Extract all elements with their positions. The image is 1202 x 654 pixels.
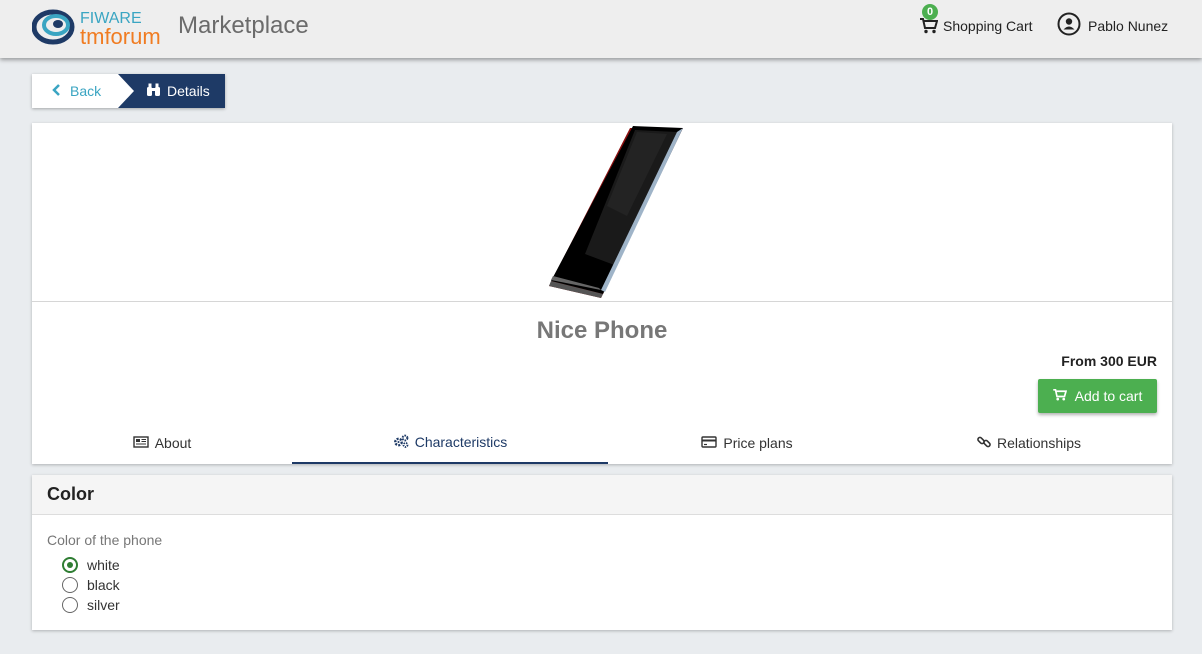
cart-count-badge: 0: [922, 4, 938, 20]
product-card: Nice Phone From 300 EUR Add to cart Abou…: [32, 123, 1172, 464]
add-to-cart-button[interactable]: Add to cart: [1038, 379, 1157, 413]
option-label: black: [87, 577, 120, 593]
credit-card-icon: [701, 435, 718, 451]
details-label: Details: [167, 83, 210, 99]
product-image-area: [32, 123, 1172, 302]
tab-label: Price plans: [723, 435, 793, 451]
option-label: silver: [87, 597, 120, 613]
radio-button[interactable]: [62, 597, 78, 613]
tab-relationships[interactable]: Relationships: [886, 422, 1172, 464]
user-menu[interactable]: Pablo Nunez: [1057, 12, 1169, 41]
fiware-tmforum-logo[interactable]: FIWARE tmforum: [31, 6, 170, 49]
characteristic-panel: Color Color of the phone white black sil…: [32, 475, 1172, 630]
breadcrumb-separator: [118, 74, 134, 108]
add-to-cart-label: Add to cart: [1074, 388, 1143, 404]
color-options: white black silver: [62, 555, 120, 615]
breadcrumb-current: Details: [118, 74, 225, 108]
option-label: white: [87, 557, 120, 573]
color-option-black[interactable]: black: [62, 575, 120, 595]
radio-button[interactable]: [62, 577, 78, 593]
app-title: Marketplace: [178, 12, 309, 39]
tab-label: Relationships: [996, 435, 1082, 451]
gears-icon: [393, 434, 409, 451]
tab-label: About: [154, 435, 192, 451]
cart-icon: [920, 18, 938, 34]
top-navbar: FIWARE tmforum Marketplace 0 Shopping Ca…: [0, 0, 1202, 58]
tab-characteristics[interactable]: Characteristics: [292, 422, 608, 464]
cart-label: Shopping Cart: [943, 18, 1033, 34]
user-avatar-icon: [1057, 12, 1081, 41]
product-tabs: About Characteristics Price plans Relati…: [32, 422, 1172, 464]
newspaper-icon: [133, 435, 149, 451]
color-option-white[interactable]: white: [62, 555, 120, 575]
binoculars-icon: [146, 83, 161, 100]
breadcrumb: Back Details: [32, 74, 225, 108]
product-price: From 300 EUR: [1061, 353, 1157, 369]
back-label: Back: [70, 83, 102, 99]
characteristic-description: Color of the phone: [47, 532, 163, 548]
radio-button[interactable]: [62, 557, 78, 573]
product-image: [517, 126, 687, 306]
user-name: Pablo Nunez: [1088, 18, 1169, 34]
color-option-silver[interactable]: silver: [62, 595, 120, 615]
tab-label: Characteristics: [414, 434, 508, 450]
logo-text-bottom: tmforum: [80, 24, 161, 48]
product-name: Nice Phone: [536, 317, 668, 344]
tab-about[interactable]: About: [32, 422, 292, 464]
link-icon: [977, 435, 991, 452]
back-button[interactable]: Back: [32, 74, 118, 108]
shopping-cart-button[interactable]: 0 Shopping Cart: [920, 4, 1033, 36]
tab-price-plans[interactable]: Price plans: [608, 422, 886, 464]
characteristic-title: Color: [32, 475, 1172, 515]
chevron-left-icon: [52, 83, 60, 99]
cart-icon: [1052, 388, 1067, 404]
